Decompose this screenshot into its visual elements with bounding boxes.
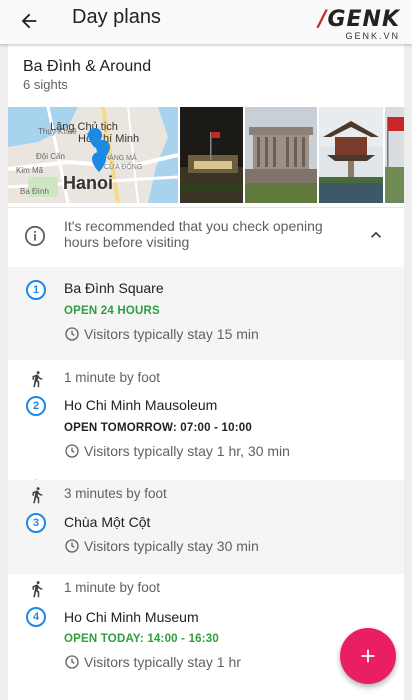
- walk-text: 3 minutes by foot: [64, 486, 167, 501]
- stay-duration: Visitors typically stay 15 min: [64, 326, 259, 342]
- clock-icon: [64, 538, 80, 554]
- page-title: Day plans: [72, 6, 161, 28]
- photo-flag[interactable]: [385, 107, 404, 203]
- walk-icon: [28, 485, 46, 510]
- plus-icon: [361, 649, 375, 663]
- photo-mausoleum-night[interactable]: [180, 107, 243, 203]
- opening-hours: OPEN TOMORROW: 07:00 - 10:00: [64, 422, 252, 434]
- walk-text: 1 minute by foot: [64, 580, 161, 595]
- svg-text:CỬA ĐÔNG: CỬA ĐÔNG: [104, 162, 142, 171]
- opening-hours-notice[interactable]: It's recommended that you check opening …: [8, 207, 404, 264]
- stay-duration: Visitors typically stay 1 hr, 30 min: [64, 443, 290, 459]
- arrow-back-icon: [21, 13, 37, 29]
- stop-name: Chùa Một Cột: [64, 514, 151, 530]
- plan-name: Ba Đình & Around: [23, 58, 152, 75]
- photo-strip[interactable]: Lăng Chủ tịch Hồ Chí Minh Thụy Khuê Đội …: [8, 107, 404, 203]
- stop-number-badge: 3: [26, 513, 46, 533]
- day-plan-card: Ba Đình & Around 6 sights Lăng Chủ tịch …: [8, 44, 404, 700]
- info-icon: [24, 225, 46, 247]
- svg-text:HÀNG MÃ: HÀNG MÃ: [104, 153, 137, 162]
- map-thumbnail[interactable]: Lăng Chủ tịch Hồ Chí Minh Thụy Khuê Đội …: [8, 107, 178, 203]
- clock-icon: [64, 443, 80, 459]
- walk-icon: [28, 579, 46, 604]
- stop-number-badge: 4: [26, 607, 46, 627]
- opening-hours: OPEN 24 HOURS: [64, 305, 160, 317]
- photo-one-pillar-pagoda[interactable]: [319, 107, 383, 203]
- stop-number-badge: 1: [26, 280, 46, 300]
- stay-duration: Visitors typically stay 1 hr: [64, 654, 241, 670]
- stop-name: Ho Chi Minh Mausoleum: [64, 397, 218, 413]
- stop-name: Ba Đình Square: [64, 280, 164, 296]
- chevron-up-icon: [371, 231, 381, 238]
- svg-text:Hanoi: Hanoi: [63, 173, 113, 193]
- stop-number-badge: 2: [26, 396, 46, 416]
- walk-text: 1 minute by foot: [64, 370, 161, 385]
- clock-icon: [64, 654, 80, 670]
- plan-header: Ba Đình & Around 6 sights: [8, 44, 404, 108]
- back-button[interactable]: [14, 6, 44, 36]
- svg-text:Kim Mã: Kim Mã: [16, 166, 44, 175]
- opening-hours: OPEN TODAY: 14:00 - 16:30: [64, 633, 219, 645]
- notice-text: It's recommended that you check opening …: [64, 218, 323, 250]
- stop-item[interactable]: 1 Ba Đình Square OPEN 24 HOURS Visitors …: [8, 267, 404, 360]
- sights-count: 6 sights: [23, 77, 68, 92]
- app-bar: Day plans /GENK GENK.VN: [0, 0, 412, 44]
- svg-text:Ba Đình: Ba Đình: [20, 187, 49, 196]
- stop-item[interactable]: 3 Chùa Một Cột Visitors typically stay 3…: [8, 508, 404, 574]
- photo-mausoleum-day[interactable]: [245, 107, 317, 203]
- collapse-button[interactable]: [366, 225, 386, 245]
- svg-text:Đội Cấn: Đội Cấn: [36, 152, 65, 161]
- stay-duration: Visitors typically stay 30 min: [64, 538, 259, 554]
- stop-name: Ho Chi Minh Museum: [64, 609, 199, 625]
- add-fab-button[interactable]: [340, 628, 396, 684]
- svg-text:Thụy Khuê: Thụy Khuê: [38, 127, 77, 136]
- genk-watermark-logo: /GENK GENK.VN: [318, 7, 400, 42]
- clock-icon: [64, 326, 80, 342]
- stop-item[interactable]: 2 Ho Chi Minh Mausoleum OPEN TOMORROW: 0…: [8, 390, 404, 479]
